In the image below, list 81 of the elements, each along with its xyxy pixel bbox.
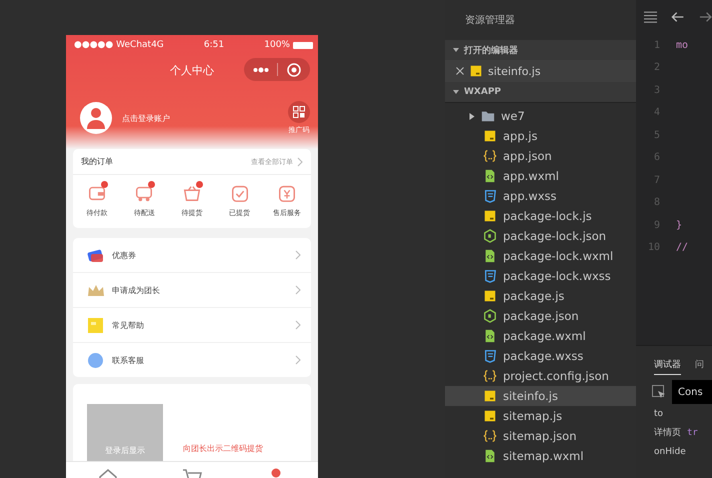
console-tab[interactable]: Cons [672, 380, 712, 404]
forward-arrow-icon[interactable] [698, 11, 712, 23]
menu-item[interactable]: 常见帮助 [73, 308, 311, 343]
avatar[interactable] [80, 102, 112, 134]
chevron-right-icon [297, 156, 303, 166]
file-tree-item[interactable]: sitemap.json [445, 426, 636, 446]
open-editor-item[interactable]: siteinfo.js [445, 60, 636, 82]
file-tree-item[interactable]: app.json [445, 146, 636, 166]
code-text: tr [687, 428, 698, 438]
wxss-file-icon [483, 269, 497, 283]
file-tree-item[interactable]: sitemap.wxml [445, 446, 636, 466]
chevron-right-icon [295, 355, 301, 365]
chevron-right-icon [295, 285, 301, 295]
json-file-icon [483, 429, 497, 443]
explorer-title: 资源管理器 [465, 14, 515, 27]
node-file-icon [483, 229, 497, 243]
menu-item[interactable]: 申请成为团长 [73, 273, 311, 308]
wxss-file-icon [483, 349, 497, 363]
inspect-icon[interactable] [652, 385, 666, 399]
debugger-tab[interactable]: 调试器 [654, 358, 681, 375]
collapse-caret-icon[interactable] [453, 89, 459, 95]
qr-code-icon[interactable] [288, 101, 310, 123]
node-file-icon [483, 309, 497, 323]
back-arrow-icon[interactable] [671, 11, 685, 23]
debugger-tab[interactable]: 问 [695, 358, 704, 375]
chevron-right-icon [295, 250, 301, 260]
wxss-file-icon [483, 189, 497, 203]
menu-item[interactable]: 联系客服 [73, 343, 311, 377]
js-file-icon [483, 129, 497, 143]
json-file-icon [483, 369, 497, 383]
json-file-icon [483, 149, 497, 163]
file-tree-item[interactable]: sitemap.js [445, 406, 636, 426]
carrier-text: ●●●●● WeChat4G [74, 40, 164, 50]
file-tree-item[interactable]: app.wxml [445, 166, 636, 186]
folder-icon [481, 109, 495, 123]
file-tree-item[interactable]: app.js [445, 126, 636, 146]
page-title: 个人中心 [170, 62, 214, 78]
js-file-icon [483, 209, 497, 223]
contact-icon [86, 350, 105, 370]
file-tree-item[interactable]: app.wxss [445, 186, 636, 206]
file-tree-item[interactable]: package.wxss [445, 346, 636, 366]
open-editors-header[interactable]: 打开的编辑器 [445, 40, 636, 60]
file-tree-item[interactable]: package-lock.wxss [445, 266, 636, 286]
wxml-file-icon [483, 449, 497, 463]
file-tree-item[interactable]: package.json [445, 306, 636, 326]
more-icon[interactable] [252, 66, 268, 72]
close-icon[interactable] [456, 67, 464, 75]
file-tree-item[interactable]: project.config.json [445, 366, 636, 386]
code-text: mo [676, 40, 688, 51]
console-text: 详情页 [654, 426, 681, 439]
wxml-file-icon [483, 249, 497, 263]
project-header[interactable]: WXAPP [445, 82, 636, 102]
console-text: onHide [654, 446, 686, 456]
battery-text: 100% [264, 40, 290, 50]
help-icon [86, 316, 105, 334]
collapse-caret-icon[interactable] [453, 47, 459, 53]
menu-item[interactable]: 优惠券 [73, 238, 311, 273]
file-tree-item[interactable]: package-lock.js [445, 206, 636, 226]
file-tree-item[interactable]: siteinfo.js [445, 386, 636, 406]
file-tree-item[interactable]: package.js [445, 286, 636, 306]
file-tree-item[interactable]: package.wxml [445, 326, 636, 346]
file-tree-item[interactable]: package-lock.wxml [445, 246, 636, 266]
file-tree-item[interactable]: package-lock.json [445, 226, 636, 246]
list-icon[interactable] [644, 11, 658, 23]
console-text: to [654, 408, 664, 418]
js-file-icon [483, 389, 497, 403]
battery-icon [292, 42, 313, 48]
placeholder-text: 登录后显示 [105, 445, 145, 456]
js-file-icon [469, 64, 483, 78]
expand-caret-icon[interactable] [469, 112, 475, 120]
orders-title: 我的订单 [81, 156, 113, 167]
clock-text: 6:51 [204, 40, 224, 50]
pickup-hint: 向团长出示二维码提货 [183, 442, 263, 454]
js-file-icon [483, 409, 497, 423]
file-tree-item[interactable]: we7 [445, 106, 636, 126]
js-file-icon [483, 289, 497, 303]
code-text: } [676, 220, 682, 231]
code-text: // [676, 242, 688, 254]
chevron-right-icon [295, 320, 301, 330]
wxml-file-icon [483, 329, 497, 343]
wxml-file-icon [483, 169, 497, 183]
